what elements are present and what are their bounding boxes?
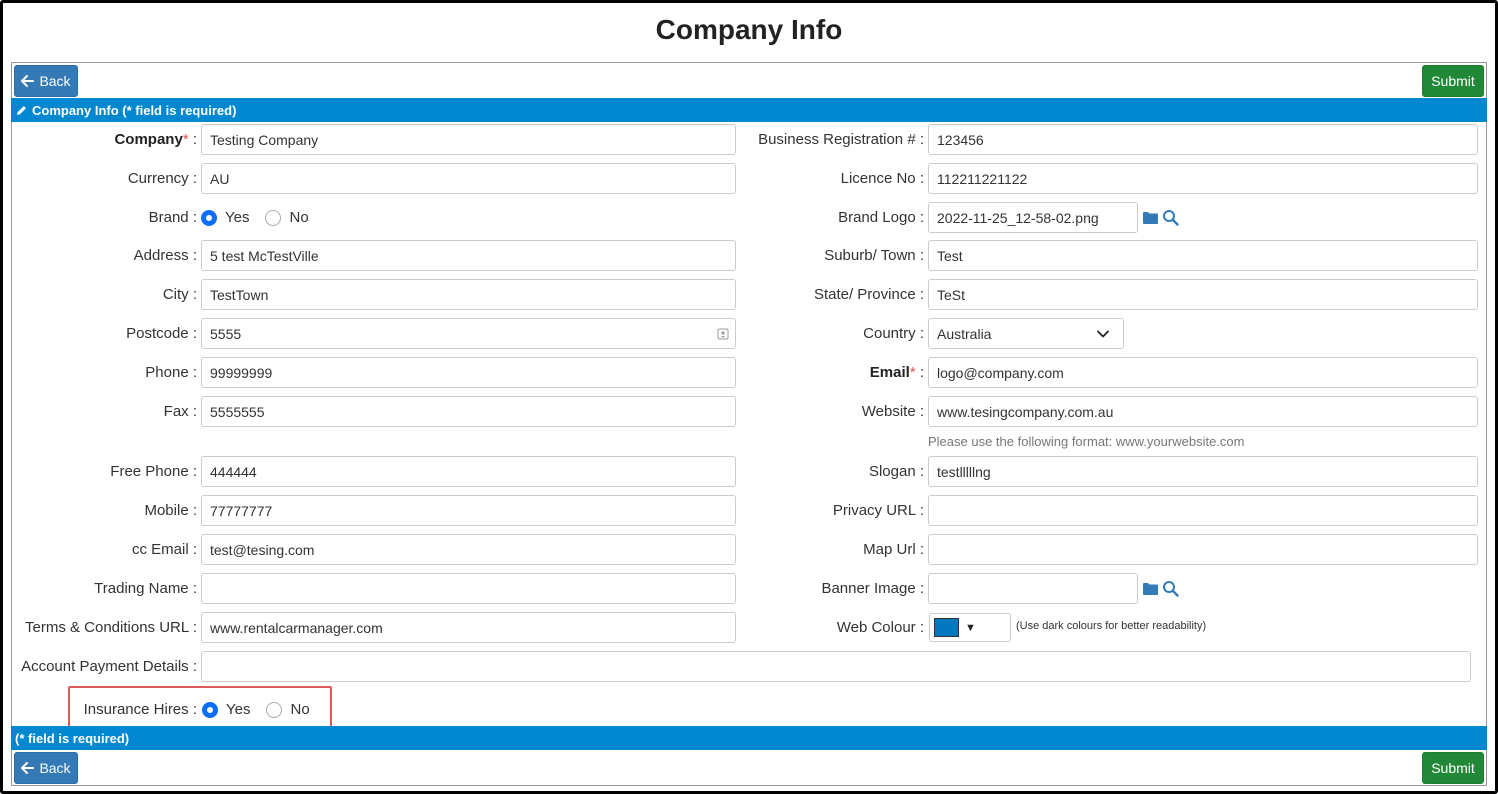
address-label: Address : (133, 247, 197, 264)
insurance-yes-radio[interactable] (202, 701, 218, 718)
mobile-label: Mobile : (144, 502, 197, 519)
postcode-label: Postcode : (126, 325, 197, 342)
fax-input[interactable]: 5555555 (201, 396, 736, 427)
suburb-label: Suburb/ Town : (824, 247, 924, 264)
section-header: Company Info (* field is required) (11, 98, 1487, 122)
section-footer: (* field is required) (11, 726, 1487, 750)
slogan-label: Slogan : (868, 463, 924, 480)
email-label: Email* : (869, 364, 924, 381)
back-button-top[interactable]: Back (14, 65, 78, 97)
trading-name-input[interactable] (201, 573, 736, 604)
chevron-down-icon (1097, 330, 1109, 337)
page-title: Company Info (655, 14, 843, 45)
business-reg-label: Business Registration # : (758, 131, 924, 148)
insurance-hires-radio-group: Yes No (202, 701, 326, 718)
privacy-url-label: Privacy URL : (832, 502, 924, 519)
contact-card-icon (717, 328, 729, 340)
company-input[interactable]: Testing Company (201, 124, 736, 155)
phone-input[interactable]: 99999999 (201, 357, 736, 388)
brand-no-radio[interactable] (265, 209, 282, 226)
brand-radio-group: Yes No (201, 209, 325, 226)
section-footer-text: (* field is required) (15, 730, 130, 746)
web-colour-picker[interactable]: ▼ (929, 613, 1011, 642)
licence-no-label: Licence No : (840, 170, 924, 187)
postcode-value: 5555 (210, 325, 242, 342)
company-label: Company* : (114, 131, 197, 148)
insurance-hires-label: Insurance Hires : (83, 701, 197, 718)
banner-image-search-icon[interactable] (1161, 579, 1179, 597)
account-payment-input[interactable] (201, 651, 1471, 682)
brand-logo-input[interactable]: 2022-11-25_12-58-02.png (928, 202, 1138, 233)
submit-button-bottom[interactable]: Submit (1422, 752, 1484, 784)
brand-logo-folder-icon[interactable] (1141, 208, 1159, 226)
brand-yes-label: Yes (225, 209, 250, 226)
account-payment-label: Account Payment Details : (21, 658, 197, 675)
suburb-input[interactable]: Test (928, 240, 1478, 271)
map-url-label: Map Url : (863, 541, 924, 558)
arrow-left-icon (21, 762, 35, 774)
back-button-bottom[interactable]: Back (14, 752, 78, 784)
email-input[interactable]: logo@company.com (928, 357, 1478, 388)
free-phone-input[interactable]: 444444 (201, 456, 736, 487)
website-input[interactable]: www.tesingcompany.com.au (928, 396, 1478, 427)
slogan-input[interactable]: testlllllng (928, 456, 1478, 487)
caret-down-icon: ▼ (965, 621, 976, 634)
country-value: Australia (937, 325, 992, 342)
map-url-input[interactable] (928, 534, 1478, 565)
banner-image-folder-icon[interactable] (1141, 579, 1159, 597)
brand-label: Brand : (148, 209, 197, 226)
cc-email-input[interactable]: test@tesing.com (201, 534, 736, 565)
search-icon (1162, 580, 1179, 597)
web-colour-help-text: (Use dark colours for better readability… (1016, 620, 1207, 632)
search-icon (1162, 209, 1179, 226)
banner-image-label: Banner Image : (821, 580, 924, 597)
country-label: Country : (863, 325, 924, 342)
insurance-yes-label: Yes (226, 701, 251, 718)
country-select[interactable]: Australia (928, 318, 1124, 349)
city-label: City : (162, 286, 197, 303)
currency-input[interactable]: AU (201, 163, 736, 194)
insurance-no-label: No (290, 701, 310, 718)
folder-icon (1142, 211, 1158, 224)
brand-logo-search-icon[interactable] (1161, 208, 1179, 226)
postcode-input[interactable]: 5555 (201, 318, 736, 349)
brand-yes-radio[interactable] (201, 209, 217, 226)
business-reg-input[interactable]: 123456 (928, 124, 1478, 155)
website-label: Website : (861, 403, 924, 420)
free-phone-label: Free Phone : (110, 463, 197, 480)
web-colour-label: Web Colour : (836, 619, 924, 636)
banner-image-input[interactable] (928, 573, 1138, 604)
terms-url-label: Terms & Conditions URL : (24, 619, 197, 636)
fax-label: Fax : (163, 403, 197, 420)
address-input[interactable]: 5 test McTestVille (201, 240, 736, 271)
phone-label: Phone : (145, 364, 197, 381)
terms-url-input[interactable]: www.rentalcarmanager.com (201, 612, 736, 643)
city-input[interactable]: TestTown (201, 279, 736, 310)
currency-label: Currency : (127, 170, 197, 187)
website-help-text: Please use the following format: www.you… (928, 434, 1245, 449)
cc-email-label: cc Email : (131, 541, 197, 558)
licence-no-input[interactable]: 112211221122 (928, 163, 1478, 194)
brand-logo-label: Brand Logo : (838, 209, 924, 226)
web-colour-swatch (934, 618, 959, 637)
state-label: State/ Province : (813, 286, 924, 303)
mobile-input[interactable]: 77777777 (201, 495, 736, 526)
submit-button-label: Submit (1431, 73, 1475, 89)
insurance-no-radio[interactable] (266, 701, 283, 718)
submit-button-label: Submit (1431, 760, 1475, 776)
back-button-label: Back (39, 760, 71, 776)
arrow-left-icon (21, 75, 35, 87)
folder-icon (1142, 582, 1158, 595)
back-button-label: Back (39, 73, 71, 89)
brand-no-label: No (289, 209, 309, 226)
submit-button-top[interactable]: Submit (1422, 65, 1484, 97)
privacy-url-input[interactable] (928, 495, 1478, 526)
state-input[interactable]: TeSt (928, 279, 1478, 310)
pencil-icon (17, 105, 26, 115)
trading-name-label: Trading Name : (94, 580, 197, 597)
section-header-text: Company Info (* field is required) (32, 102, 237, 118)
